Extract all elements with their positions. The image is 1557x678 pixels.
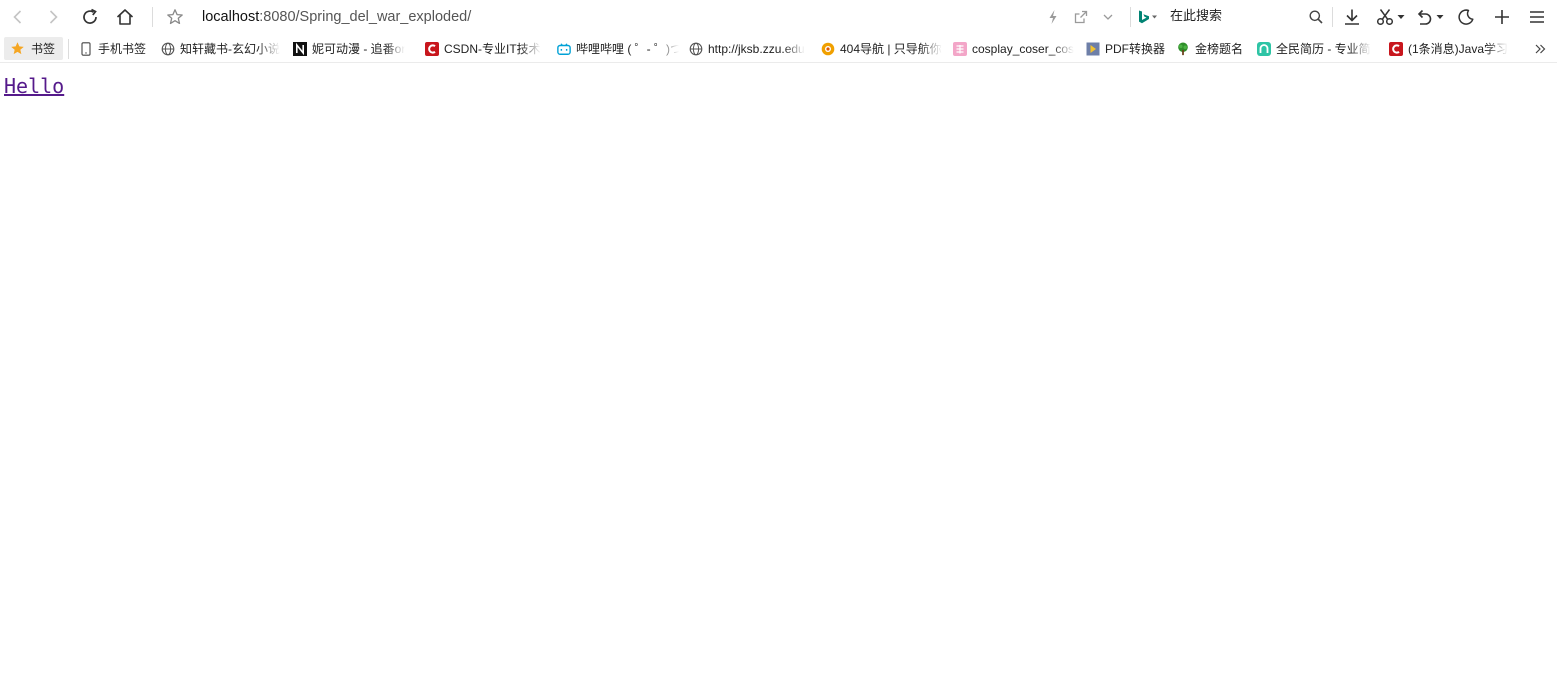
hamburger-menu-icon — [1530, 11, 1544, 23]
bookmark-item[interactable]: 金榜题名 — [1176, 40, 1248, 58]
bookmark-label: 全民简历 - 专业简 — [1276, 42, 1371, 56]
bookmark-item[interactable]: 404导航 | 只导航你 — [821, 40, 943, 58]
undo-dropdown-button[interactable] — [1433, 4, 1447, 30]
bookmark-item[interactable]: CSDN-专业IT技术 — [425, 40, 547, 58]
share-button[interactable] — [1068, 4, 1094, 30]
csdn-icon — [425, 42, 439, 56]
address-dropdown-button[interactable] — [1095, 4, 1121, 30]
scissors-icon — [1376, 9, 1394, 26]
screenshot-dropdown-button[interactable] — [1394, 4, 1408, 30]
bookmark-star-button[interactable] — [162, 4, 188, 30]
bookmarks-menu-button[interactable]: 书签 — [4, 37, 63, 60]
bing-logo-icon — [1139, 10, 1157, 24]
toolbar-divider — [1332, 7, 1333, 27]
search-placeholder: 在此搜索 — [1170, 9, 1223, 24]
bookmark-item[interactable]: 手机书签 — [79, 40, 151, 58]
pdf-converter-icon — [1086, 42, 1100, 56]
bookmark-label: PDF转换器 — [1105, 42, 1166, 56]
n-logo-icon — [293, 42, 307, 56]
arrow-right-icon — [49, 10, 58, 24]
downloads-button[interactable] — [1339, 4, 1365, 30]
search-box[interactable]: 在此搜索 — [1170, 9, 1222, 25]
bookmark-item[interactable]: cosplay_coser_cos — [953, 40, 1075, 58]
moon-icon — [1458, 9, 1474, 25]
search-button[interactable] — [1303, 4, 1329, 30]
bookmark-item[interactable]: 知轩藏书-玄幻小说 — [161, 40, 281, 58]
back-button[interactable] — [5, 4, 31, 30]
bookmark-label: 金榜题名 — [1195, 42, 1244, 56]
tree-icon — [1176, 42, 1190, 56]
star-filled-icon — [11, 42, 24, 55]
share-icon — [1074, 10, 1088, 24]
bookmark-label: 知轩藏书-玄幻小说 — [180, 42, 280, 56]
globe-icon — [689, 42, 703, 56]
search-icon — [1309, 10, 1323, 24]
main-menu-button[interactable] — [1524, 4, 1550, 30]
bookmark-label: 手机书签 — [98, 42, 147, 56]
url-path: :8080/Spring_del_war_exploded/ — [259, 9, 472, 25]
bookmark-item[interactable]: (1条消息)Java学习 — [1389, 40, 1511, 58]
caret-down-icon — [1436, 15, 1444, 19]
bookmark-label: (1条消息)Java学习 — [1408, 42, 1509, 56]
bookmark-label: 妮可动漫 - 追番or — [312, 42, 406, 56]
home-button[interactable] — [112, 4, 138, 30]
bookmark-label: 404导航 | 只导航你 — [840, 42, 942, 56]
bookmark-item[interactable]: PDF转换器 — [1086, 40, 1168, 58]
reload-icon — [83, 8, 97, 24]
bookmark-label: 哔哩哔哩 ( ゜- ゜)つ — [576, 42, 679, 56]
undo-icon — [1417, 9, 1432, 25]
forward-button[interactable] — [40, 4, 66, 30]
search-engine-selector[interactable] — [1135, 4, 1161, 30]
csdn-icon — [1389, 42, 1403, 56]
speed-mode-button[interactable] — [1040, 4, 1066, 30]
bookmarks-overflow-button[interactable] — [1533, 40, 1547, 58]
globe-icon — [161, 42, 175, 56]
phone-icon — [79, 42, 93, 56]
bookmarks-bar: 书签 手机书签 知轩藏书-玄幻小说 妮可动漫 - 追番or CSDN-专业IT技… — [0, 35, 1557, 63]
bookmark-item[interactable]: http://jksb.zzu.edu — [689, 40, 811, 58]
bookmark-label: CSDN-专业IT技术 — [444, 42, 541, 56]
bilibili-icon — [557, 42, 571, 56]
bookmark-item[interactable]: 妮可动漫 - 追番or — [293, 40, 413, 58]
caret-down-icon — [1397, 15, 1405, 19]
double-chevron-right-icon — [1535, 44, 1546, 54]
toolbar-divider — [152, 7, 153, 27]
home-icon — [116, 9, 134, 25]
new-tab-button[interactable] — [1489, 4, 1515, 30]
moe-icon — [953, 42, 967, 56]
address-bar[interactable]: localhost:8080/Spring_del_war_exploded/ — [202, 8, 471, 26]
arrow-left-icon — [13, 10, 22, 24]
page-content: Hello — [0, 64, 1557, 678]
plus-icon — [1495, 10, 1509, 24]
reload-button[interactable] — [77, 4, 103, 30]
download-icon — [1345, 9, 1359, 25]
lightning-icon — [1049, 10, 1057, 24]
bookmarks-menu-label: 书签 — [31, 42, 56, 56]
bookmark-item[interactable]: 哔哩哔哩 ( ゜- ゜)つ — [557, 40, 679, 58]
hello-link[interactable]: Hello — [4, 74, 64, 98]
star-outline-icon — [167, 9, 183, 25]
url-host: localhost — [202, 9, 260, 25]
night-mode-button[interactable] — [1453, 4, 1479, 30]
orange-circle-icon — [821, 42, 835, 56]
toolbar-divider — [1130, 7, 1131, 27]
chevron-down-icon — [1103, 14, 1113, 20]
bookmark-item[interactable]: 全民简历 - 专业简 — [1257, 40, 1379, 58]
bookmark-label: cosplay_coser_cos — [972, 42, 1075, 56]
bookmark-label: http://jksb.zzu.edu — [708, 42, 805, 56]
resume-icon — [1257, 42, 1271, 56]
browser-toolbar: localhost:8080/Spring_del_war_exploded/ … — [0, 0, 1557, 35]
bookmarks-divider — [68, 39, 69, 59]
